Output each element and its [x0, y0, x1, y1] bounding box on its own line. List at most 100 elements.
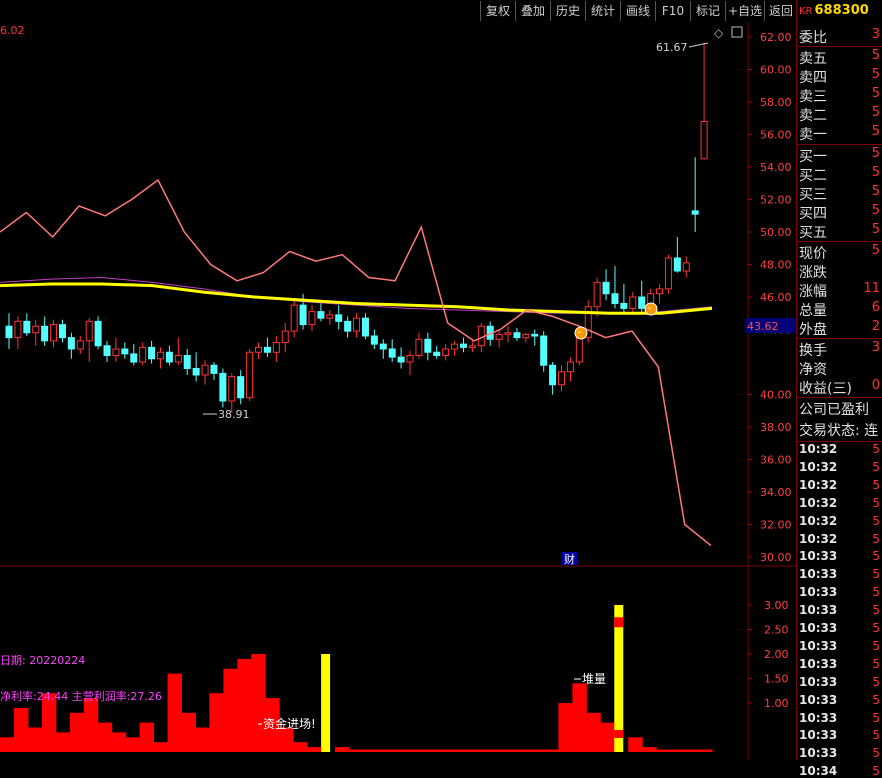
tick-time: 10:33 — [799, 728, 838, 743]
price-axis-label: 32.00 — [760, 519, 792, 532]
price-axis-label: 58.00 — [760, 96, 792, 109]
candle-body — [14, 320, 22, 339]
volume-bar — [376, 749, 392, 752]
tick-time: 10:33 — [799, 638, 838, 653]
quote-row: 买四 5 — [799, 203, 882, 223]
tick-time: 10:32 — [799, 513, 838, 528]
candle-body — [397, 356, 405, 363]
candle-body — [299, 304, 307, 326]
volume-bar — [13, 707, 29, 752]
candle-body — [263, 346, 271, 353]
quote-row-value: 5 — [871, 48, 880, 63]
candle-body — [656, 288, 664, 295]
quote-row-label: 卖五 — [799, 51, 827, 67]
toolbar-button-f10[interactable]: F10 — [655, 1, 690, 21]
quote-row-label: 买二 — [799, 168, 827, 184]
toolbar-button-mark[interactable]: 标记 — [690, 1, 725, 21]
tick-row: 10:32 5 — [799, 514, 882, 528]
capital-inflow-label: 资金进场! — [263, 716, 316, 731]
max-price-arrow — [688, 42, 709, 48]
tick-time: 10:33 — [799, 656, 838, 671]
quote-row: 卖四 5 — [799, 67, 882, 87]
toolbar-button-overlay[interactable]: 叠加 — [515, 1, 550, 21]
tick-value: 5 — [872, 549, 880, 564]
volume-bar — [251, 654, 266, 752]
candle-body — [308, 311, 316, 326]
tick-value: 5 — [872, 603, 880, 618]
volume-bar — [642, 747, 657, 752]
quote-row-label: 买五 — [799, 225, 827, 241]
tick-time: 10:33 — [799, 549, 838, 564]
quote-row-label: 涨跌 — [799, 265, 827, 281]
candle-body — [566, 361, 574, 373]
toolbar-button-back[interactable]: 返回 — [764, 1, 797, 21]
candle-body — [575, 337, 583, 363]
min-price-label: 38.91 — [218, 408, 250, 421]
tick-value: 5 — [872, 674, 880, 689]
panel-separator — [797, 144, 882, 145]
quote-row: 买二 5 — [799, 165, 882, 185]
candle-body — [32, 325, 40, 334]
tick-value: 5 — [872, 764, 880, 778]
volume-bar — [698, 749, 713, 752]
quote-row-label: 收益(三) — [799, 381, 852, 397]
candle-body — [5, 325, 13, 339]
tick-row: 10:33 5 — [799, 711, 882, 725]
candle-body — [540, 335, 548, 366]
quote-row-label: 卖二 — [799, 108, 827, 124]
volume-bar — [404, 749, 420, 752]
price-volume-chart[interactable]: 62.00 60.00 58.00 56.00 54.00 52.00 50.00 48.00… — [0, 22, 796, 760]
candle-body — [424, 338, 432, 353]
candle-body — [210, 364, 218, 374]
tick-time: 10:33 — [799, 585, 838, 600]
toolbar-button-history[interactable]: 历史 — [550, 1, 585, 21]
quote-row: 交易状态: 连 — [799, 420, 882, 440]
quote-row-value: 3 — [871, 27, 880, 42]
volume-bar — [432, 749, 448, 752]
quote-row: 买三 5 — [799, 184, 882, 204]
tick-time: 10:33 — [799, 621, 838, 635]
finance-marker[interactable]: 财 — [564, 552, 575, 566]
volume-bar — [628, 737, 643, 752]
price-axis-label: 30.00 — [760, 551, 792, 564]
panel-toggle-icon[interactable] — [731, 26, 743, 38]
volume-bar — [335, 747, 350, 752]
report-date: 日期: 20220224 — [0, 654, 86, 667]
tick-row: 10:33 5 — [799, 585, 882, 599]
volume-bar — [125, 737, 141, 752]
candle-body — [255, 346, 263, 353]
candle-body — [388, 348, 396, 358]
candle-body — [130, 353, 138, 363]
quote-row: 外盘 2 — [799, 319, 882, 339]
stock-code[interactable]: KR 688300 — [799, 1, 869, 21]
price-axis-label: 52.00 — [760, 194, 792, 207]
quote-row-label: 现价 — [799, 246, 827, 262]
candle-body — [504, 332, 512, 335]
volume-bar — [390, 749, 406, 752]
volume-bar — [55, 732, 71, 752]
candle-body — [361, 317, 369, 337]
candle-body — [112, 348, 120, 356]
volume-bar — [502, 749, 518, 752]
quote-row-label: 买三 — [799, 187, 827, 203]
volume-bar — [418, 749, 434, 752]
tick-value: 5 — [872, 621, 880, 635]
tick-row: 10:32 5 — [799, 532, 882, 546]
diamond-icon[interactable]: ◇ — [714, 26, 724, 40]
tick-time: 10:32 — [799, 531, 838, 546]
toolbar-button-draw-line[interactable]: 画线 — [620, 1, 655, 21]
tick-row: 10:33 5 — [799, 675, 882, 689]
quote-row-value: 5 — [871, 203, 880, 218]
toolbar-button-restore-rights[interactable]: 复权 — [480, 1, 515, 21]
volume-bar — [111, 732, 127, 752]
toolbar-button-add-watchlist[interactable]: +自选 — [725, 1, 764, 21]
volume-bar-highlight — [614, 729, 624, 738]
pink-indicator-line — [0, 178, 712, 547]
toolbar-button-statistics[interactable]: 统计 — [585, 1, 620, 21]
volume-bar — [656, 749, 671, 752]
quote-row-label: 卖三 — [799, 89, 827, 105]
candle-body — [406, 355, 414, 363]
quote-row-label: 换手 — [799, 343, 827, 359]
candle-body — [219, 372, 227, 402]
candle-body — [67, 337, 75, 350]
